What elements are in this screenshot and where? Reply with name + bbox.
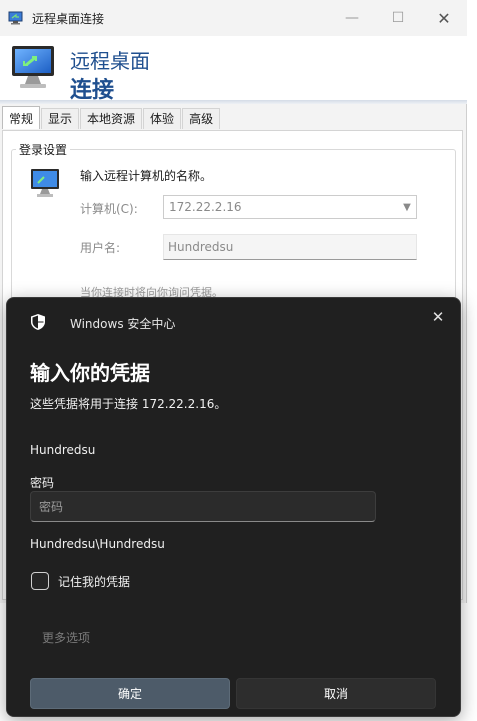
remember-label[interactable]: 记住我的凭据 <box>58 573 130 590</box>
domain-user: Hundredsu\Hundredsu <box>30 537 165 551</box>
instruction-text: 输入远程计算机的名称。 <box>80 169 213 183</box>
tab-experience[interactable]: 体验 <box>143 108 182 129</box>
dialog-description: 这些凭据将用于连接 172.22.2.16。 <box>30 397 227 411</box>
login-settings-legend: 登录设置 <box>16 141 71 158</box>
dialog-app-name: Windows 安全中心 <box>70 317 176 331</box>
remote-desktop-icon <box>8 11 23 25</box>
security-dialog: Windows 安全中心 ✕ 输入你的凭据 这些凭据将用于连接 172.22.2… <box>6 297 461 717</box>
dialog-title: 输入你的凭据 <box>30 361 150 385</box>
dialog-footer: 确定 取消 <box>7 668 460 716</box>
cancel-button[interactable]: 取消 <box>236 678 436 709</box>
header-banner: 远程桌面 连接 <box>0 36 467 104</box>
password-field[interactable] <box>30 491 376 522</box>
shield-icon <box>31 314 45 330</box>
username-label: 用户名: <box>80 241 121 255</box>
close-button[interactable]: ✕ <box>421 0 467 36</box>
computer-value: 172.22.2.16 <box>169 200 242 214</box>
ok-button[interactable]: 确定 <box>30 678 230 709</box>
dialog-body: Windows 安全中心 ✕ 输入你的凭据 这些凭据将用于连接 172.22.2… <box>7 298 460 645</box>
header-title-line2: 连接 <box>70 78 115 103</box>
chevron-down-icon[interactable]: ▼ <box>398 202 416 213</box>
tab-local-resources[interactable]: 本地资源 <box>80 108 143 129</box>
tab-display[interactable]: 显示 <box>41 108 80 129</box>
maximize-button[interactable]: ☐ <box>375 0 421 36</box>
tab-general[interactable]: 常规 <box>2 106 41 129</box>
tab-advanced[interactable]: 高级 <box>182 108 221 129</box>
more-options-link[interactable]: 更多选项 <box>42 629 90 646</box>
monitor-icon <box>12 46 54 88</box>
computer-label: 计算机(C): <box>80 202 138 216</box>
password-label: 密码 <box>30 476 55 490</box>
account-name: Hundredsu <box>30 443 96 457</box>
header-title-line1: 远程桌面 <box>70 49 150 73</box>
computer-combobox[interactable]: 172.22.2.16 ▼ <box>163 195 417 219</box>
title-bar[interactable]: 远程桌面连接 — ☐ ✕ <box>0 0 467 36</box>
window-title: 远程桌面连接 <box>32 12 105 26</box>
minimize-button[interactable]: — <box>329 0 375 36</box>
username-field[interactable]: Hundredsu <box>163 234 417 260</box>
remember-checkbox[interactable] <box>31 572 49 590</box>
tab-strip: 常规 显示 本地资源 体验 高级 <box>2 106 221 130</box>
dialog-close-button[interactable]: ✕ <box>425 305 451 329</box>
computer-icon <box>31 169 59 197</box>
